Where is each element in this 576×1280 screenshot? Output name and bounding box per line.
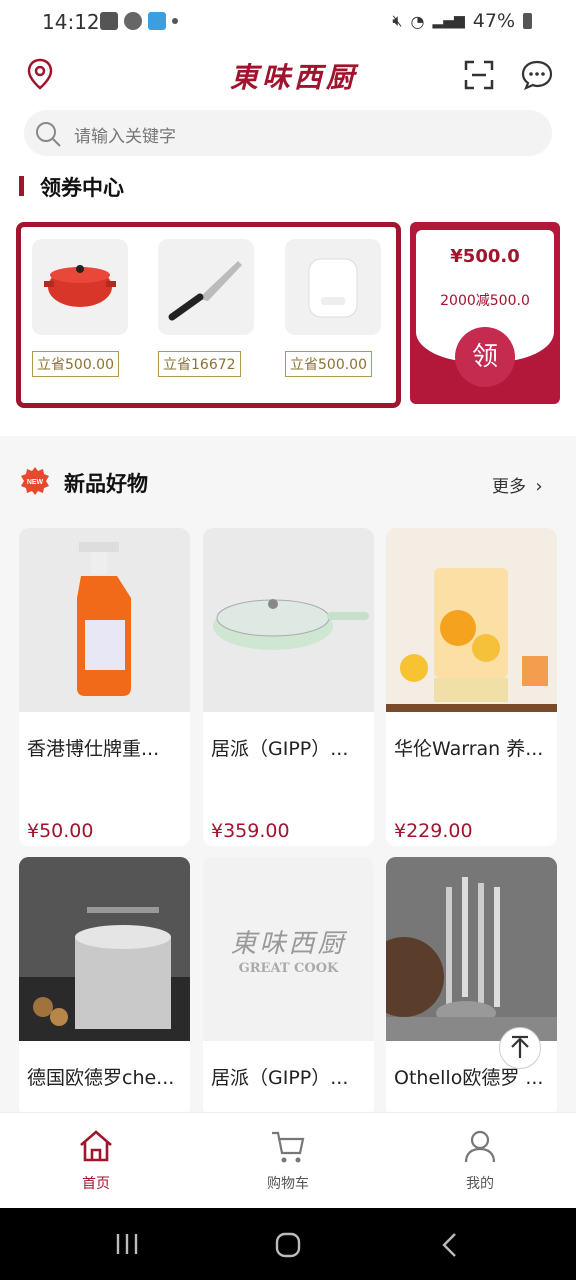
system-nav-bar [0, 1208, 576, 1280]
product-card[interactable]: Othello欧德罗 ... [386, 857, 557, 1117]
battery-icon [523, 13, 532, 29]
claim-coupon-button[interactable]: 领 [455, 327, 515, 387]
back-icon[interactable] [440, 1232, 460, 1258]
mute-icon: 🔇︎ [392, 11, 403, 30]
more-label: 更多 [492, 477, 526, 497]
search-icon [36, 122, 61, 147]
dot-icon [172, 18, 178, 24]
more-link[interactable]: 更多 › [492, 472, 543, 497]
product-card[interactable]: 居派（GIPP）... ¥359.00 [203, 528, 374, 846]
wifi-icon: ◔ [410, 11, 425, 31]
spray-bottle-icon [19, 528, 190, 712]
chevron-right-icon: › [535, 476, 543, 497]
product-card[interactable]: 德国欧德罗che... [19, 857, 190, 1117]
recents-icon[interactable] [114, 1232, 140, 1256]
arrow-up-icon [511, 1035, 529, 1058]
coupon-product-item[interactable]: 立省500.00 [285, 239, 381, 377]
product-name: 居派（GIPP）... [211, 1067, 349, 1089]
placeholder-brand: 東味西厨 [230, 929, 347, 959]
battery-text: 47% [472, 10, 515, 32]
app-icon [148, 12, 166, 30]
tab-mine[interactable]: 我的 [384, 1113, 576, 1209]
product-card[interactable]: 東味西厨 GREAT COOK 居派（GIPP）... [203, 857, 374, 1117]
scroll-top-button[interactable] [499, 1027, 541, 1069]
search-placeholder: 请输入关键字 [74, 127, 176, 147]
tea-maker-icon [386, 528, 557, 712]
coupon-section-title: 领券中心 [40, 176, 124, 200]
cloud-icon [124, 12, 142, 30]
notification-icons [100, 12, 178, 30]
wok-pan-icon [203, 528, 374, 712]
scan-icon[interactable] [464, 60, 494, 90]
new-products-section: NEW 新品好物 更多 › 香港博仕牌重... ¥50.00 居派（GIPP）.… [0, 446, 576, 1117]
knife-icon [158, 239, 254, 335]
new-badge-text: NEW [27, 479, 44, 486]
coupon-card[interactable]: ¥500.0 2000减500.0 领 [410, 222, 560, 404]
product-name: 德国欧德罗che... [27, 1067, 175, 1089]
placeholder-sub: GREAT COOK [238, 961, 339, 976]
coupon-product-item[interactable]: 立省16672 [158, 239, 254, 377]
location-icon[interactable] [26, 58, 54, 90]
coupon-tag: 立省500.00 [32, 351, 119, 377]
tab-home-label: 首页 [82, 1176, 110, 1192]
coupon-amount: ¥500.0 [450, 246, 520, 267]
bottom-tab-bar: 首页 购物车 我的 [0, 1112, 576, 1209]
product-price: ¥50.00 [27, 820, 94, 842]
product-name: 华伦Warran 养... [394, 738, 544, 760]
status-bar: 14:12 🔇︎ ◔ ▂▄▆ 47% [0, 0, 576, 48]
search-bar[interactable]: 请输入关键字 [24, 110, 552, 156]
new-products-header: NEW 新品好物 更多 › [0, 446, 576, 516]
user-icon [464, 1130, 496, 1163]
cart-icon [272, 1131, 305, 1163]
rice-cooker-icon [285, 239, 381, 335]
image-icon [100, 12, 118, 30]
status-right: 🔇︎ ◔ ▂▄▆ 47% [392, 10, 532, 32]
product-name: 香港博仕牌重... [27, 738, 160, 760]
app-header: 東味西厨 请输入关键字 [0, 48, 576, 160]
utensil-set-icon [386, 857, 557, 1041]
new-badge-icon: NEW [20, 466, 50, 496]
signal-icon: ▂▄▆ [432, 13, 465, 29]
tab-home[interactable]: 首页 [0, 1113, 192, 1209]
red-pot-icon [32, 239, 128, 335]
product-price: ¥359.00 [211, 820, 290, 842]
product-card[interactable]: 香港博仕牌重... ¥50.00 [19, 528, 190, 846]
product-name: 居派（GIPP）... [211, 738, 349, 760]
new-products-title: 新品好物 [64, 472, 148, 496]
tab-cart[interactable]: 购物车 [192, 1113, 384, 1209]
brand-placeholder-image: 東味西厨 GREAT COOK [203, 857, 374, 1041]
status-time: 14:12 [42, 10, 100, 34]
title-marker [19, 176, 24, 196]
product-price: ¥229.00 [394, 820, 473, 842]
coupon-product-item[interactable]: 立省500.00 [32, 239, 128, 377]
coupon-tag: 立省500.00 [285, 351, 372, 377]
home-button-icon[interactable] [275, 1232, 301, 1258]
steamer-pot-icon [19, 857, 190, 1041]
coupon-tag: 立省16672 [158, 351, 241, 377]
message-icon[interactable] [521, 60, 553, 90]
tab-cart-label: 购物车 [267, 1176, 309, 1192]
coupon-desc: 2000减500.0 [440, 293, 530, 309]
tab-mine-label: 我的 [466, 1176, 494, 1192]
product-card[interactable]: 华伦Warran 养... ¥229.00 [386, 528, 557, 846]
coupon-products[interactable]: 立省500.00 立省16672 立省500.00 [16, 222, 401, 408]
coupon-section: 领券中心 立省500.00 立省16672 立省500.00 ¥500.0 20… [0, 160, 576, 436]
brand-logo: 東味西厨 [230, 61, 359, 94]
home-icon [80, 1130, 112, 1162]
